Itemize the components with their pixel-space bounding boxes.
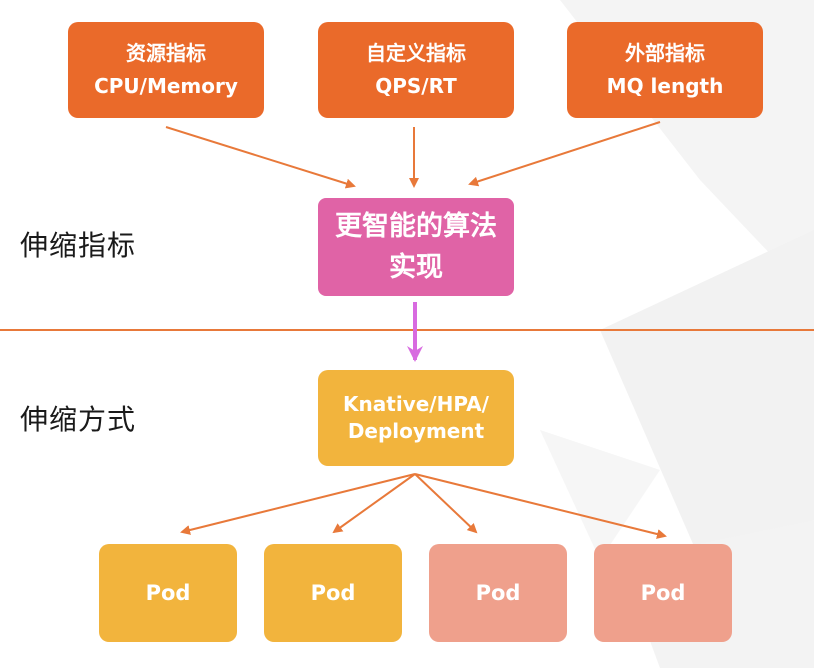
arrow-method-to-pod-1: [180, 473, 416, 535]
arrows-layer: [165, 121, 667, 539]
arrow-method-to-pod-3: [414, 473, 478, 534]
arrow-external-to-algorithm: [468, 121, 661, 187]
arrow-method-to-pod-2: [332, 473, 416, 534]
arrow-resource-to-algorithm: [165, 126, 356, 189]
arrow-method-to-pod-4: [414, 473, 667, 539]
